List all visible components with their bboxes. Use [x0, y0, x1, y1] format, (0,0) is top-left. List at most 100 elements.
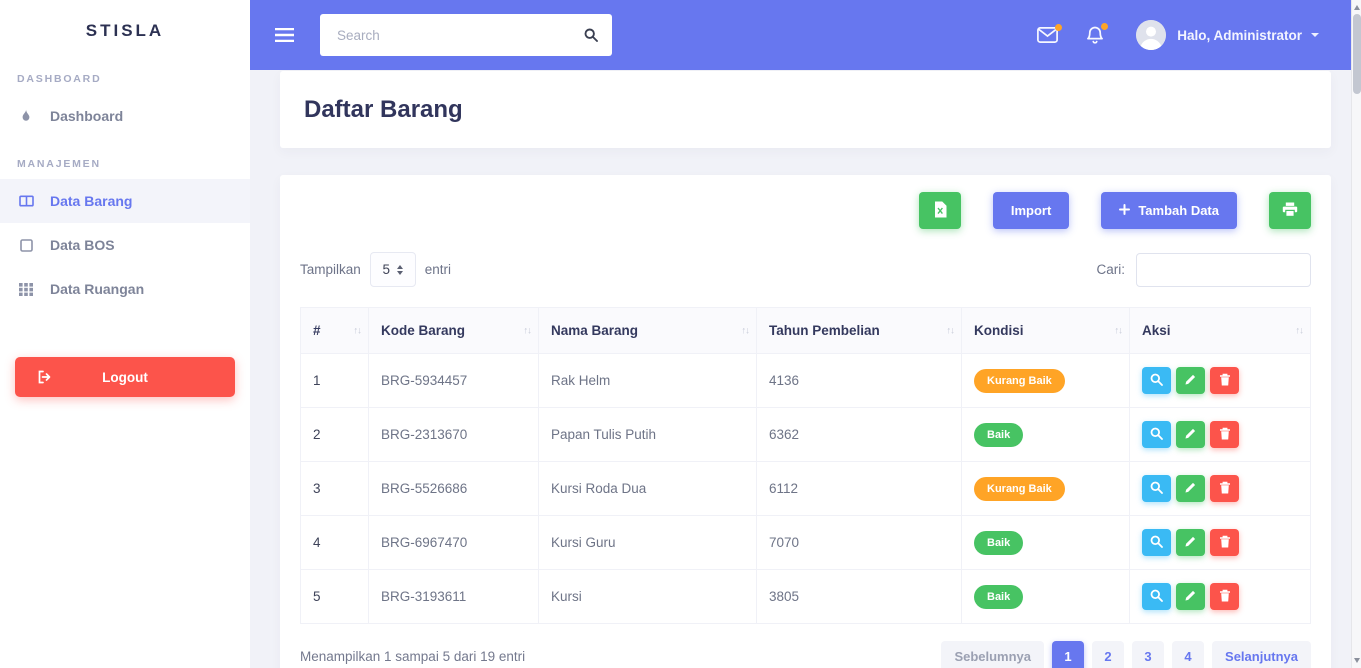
- tahun-pembelian-cell: 6112: [756, 461, 962, 516]
- menu-section-header-dashboard: DASHBOARD: [17, 73, 102, 85]
- column-header-kode-barang[interactable]: Kode Barang ↑↓: [368, 307, 539, 354]
- row-number-cell: 4: [300, 515, 369, 570]
- table-row: 3 BRG-5526686 Kursi Roda Dua 6112 Kurang Bai…: [300, 461, 1311, 516]
- page-size-select[interactable]: 5: [369, 252, 416, 287]
- section-header: Daftar Barang: [280, 71, 1331, 148]
- edit-button[interactable]: [1176, 421, 1205, 448]
- trash-icon: [1219, 589, 1231, 605]
- sidebar-item-label: Data BOS: [50, 237, 115, 253]
- avatar: [1136, 20, 1167, 50]
- pagination-page-3[interactable]: 3: [1132, 641, 1165, 668]
- view-button[interactable]: [1142, 367, 1171, 394]
- scrollbar-thumb[interactable]: [1352, 14, 1361, 94]
- sidebar-item-data-barang[interactable]: Data Barang: [0, 179, 250, 223]
- search-icon: [1150, 589, 1163, 605]
- edit-button[interactable]: [1176, 529, 1205, 556]
- delete-button[interactable]: [1210, 475, 1239, 502]
- column-header-tahun-pembelian[interactable]: Tahun Pembelian ↑↓: [756, 307, 962, 354]
- import-button[interactable]: Import: [992, 192, 1070, 229]
- show-label: Tampilkan: [300, 262, 361, 277]
- pagination-next[interactable]: Selanjutnya: [1212, 641, 1311, 668]
- user-greeting: Halo, Administrator: [1177, 27, 1302, 43]
- search-icon: [1150, 535, 1163, 551]
- logout-button[interactable]: Logout: [15, 357, 235, 397]
- page-content: Daftar Barang Import Tambah Data Tampilk…: [250, 70, 1361, 668]
- sidebar-item-dashboard[interactable]: Dashboard: [0, 94, 250, 138]
- print-button[interactable]: [1269, 192, 1311, 229]
- sign-out-icon: [37, 370, 51, 384]
- nama-barang-cell: Rak Helm: [538, 353, 757, 408]
- table-search-input[interactable]: [1136, 252, 1311, 287]
- add-data-button[interactable]: Tambah Data: [1101, 192, 1237, 229]
- kode-barang-cell: BRG-3193611: [368, 569, 539, 624]
- aksi-cell: [1129, 407, 1311, 462]
- brand-logo[interactable]: STISLA: [0, 0, 250, 53]
- view-button[interactable]: [1142, 529, 1171, 556]
- view-button[interactable]: [1142, 475, 1171, 502]
- user-menu[interactable]: Halo, Administrator: [1136, 20, 1319, 50]
- delete-button[interactable]: [1210, 421, 1239, 448]
- delete-button[interactable]: [1210, 367, 1239, 394]
- entries-label: entri: [424, 262, 452, 277]
- sidebar-menu: DASHBOARD Dashboard MANAJEMEN Data Baran…: [0, 53, 250, 311]
- sidebar-item-data-bos[interactable]: Data BOS: [0, 223, 250, 267]
- table-filter: Cari:: [1096, 252, 1311, 287]
- edit-button[interactable]: [1176, 475, 1205, 502]
- search-icon[interactable]: [576, 21, 606, 49]
- select-arrows-icon: [397, 264, 404, 275]
- sort-icon: ↑↓: [523, 325, 532, 336]
- search-label: Cari:: [1096, 262, 1125, 277]
- page-size-value: 5: [382, 262, 391, 277]
- edit-button[interactable]: [1176, 367, 1205, 394]
- sort-icon: ↑↓: [946, 325, 955, 336]
- messages-icon[interactable]: [1037, 24, 1063, 43]
- file-excel-icon: [933, 201, 947, 221]
- table-row: 1 BRG-5934457 Rak Helm 4136 Kurang Baik: [300, 353, 1311, 408]
- sidebar-item-data-ruangan[interactable]: Data Ruangan: [0, 267, 250, 311]
- column-label: Tahun Pembelian: [769, 323, 880, 338]
- sidebar-item-label: Data Ruangan: [50, 281, 145, 297]
- edit-icon: [1184, 427, 1197, 443]
- view-button[interactable]: [1142, 421, 1171, 448]
- kondisi-badge: Baik: [974, 422, 1024, 447]
- kode-barang-cell: BRG-5526686: [368, 461, 539, 516]
- kondisi-cell: Kurang Baik: [961, 461, 1130, 516]
- scroll-down-arrow[interactable]: [1353, 658, 1360, 663]
- table-body: 1 BRG-5934457 Rak Helm 4136 Kurang Baik 2 BRG-…: [300, 353, 1311, 624]
- column-header-kondisi[interactable]: Kondisi ↑↓: [961, 307, 1130, 354]
- aksi-cell: [1129, 515, 1311, 570]
- notifications-bell-icon[interactable]: [1086, 22, 1109, 45]
- navbar-search-input[interactable]: [320, 14, 612, 56]
- hamburger-menu-icon[interactable]: [275, 28, 294, 42]
- pagination-page-1[interactable]: 1: [1052, 641, 1085, 668]
- view-button[interactable]: [1142, 583, 1171, 610]
- messages-badge: [1055, 24, 1063, 31]
- tahun-pembelian-cell: 4136: [756, 353, 962, 408]
- scroll-up-arrow[interactable]: [1353, 5, 1360, 10]
- table-row: 4 BRG-6967470 Kursi Guru 7070 Baik: [300, 515, 1311, 570]
- delete-button[interactable]: [1210, 583, 1239, 610]
- export-excel-button[interactable]: [918, 192, 961, 229]
- delete-button[interactable]: [1210, 529, 1239, 556]
- sort-icon: ↑↓: [353, 325, 362, 336]
- pagination-previous[interactable]: Sebelumnya: [941, 641, 1045, 668]
- top-navbar: Halo, Administrator: [250, 0, 1361, 70]
- column-header-aksi[interactable]: Aksi ↑↓: [1129, 307, 1311, 354]
- columns-icon: [17, 194, 35, 208]
- tahun-pembelian-cell: 3805: [756, 569, 962, 624]
- table-header-row: # ↑↓ Kode Barang ↑↓ Nama Barang ↑↓ Tahun Pembe…: [300, 307, 1311, 354]
- column-header-num[interactable]: # ↑↓: [300, 307, 369, 354]
- table-controls: Tampilkan 5 entri Cari:: [300, 252, 1311, 287]
- kondisi-cell: Kurang Baik: [961, 353, 1130, 408]
- pagination-page-4[interactable]: 4: [1172, 641, 1205, 668]
- pagination-page-2[interactable]: 2: [1092, 641, 1125, 668]
- table-row: 2 BRG-2313670 Papan Tulis Putih 6362 Baik: [300, 407, 1311, 462]
- main-area: Halo, Administrator Daftar Barang Import: [250, 0, 1361, 668]
- edit-button[interactable]: [1176, 583, 1205, 610]
- grid-icon: [17, 282, 35, 296]
- column-header-nama-barang[interactable]: Nama Barang ↑↓: [538, 307, 757, 354]
- scrollbar[interactable]: [1351, 0, 1361, 668]
- search-icon: [1150, 427, 1163, 443]
- fire-icon: [17, 109, 35, 123]
- row-number-cell: 5: [300, 569, 369, 624]
